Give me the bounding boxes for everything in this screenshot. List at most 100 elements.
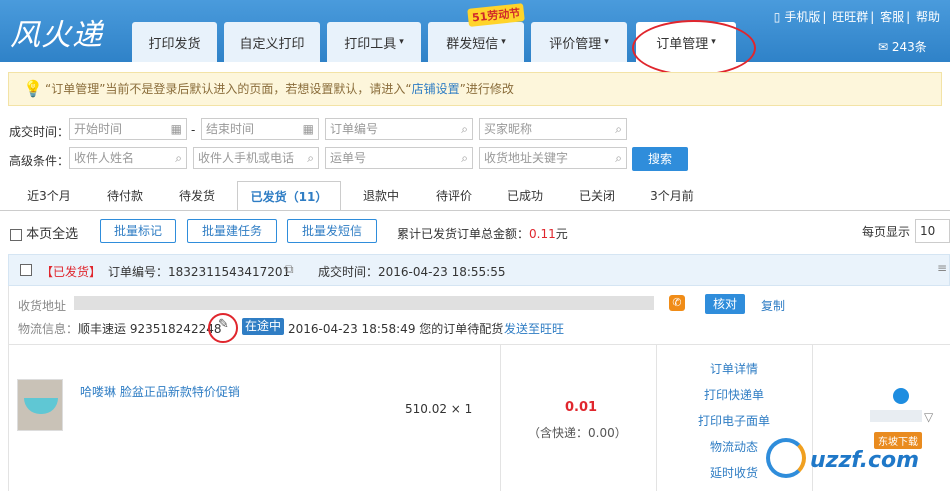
order-status-tag: 【已发货】 [41,265,102,279]
product-thumbnail[interactable] [17,379,63,431]
logistics-status-link[interactable]: 物流动态 [710,438,758,455]
search-icon: ⌕ [175,151,182,165]
notice-text-prefix: “订单管理”当前不是登录后默认进入的页面，若想设置默认，请进入“ [45,82,412,96]
waybill-placeholder: 运单号 [330,151,367,165]
menu-icon[interactable]: ≡ [937,261,947,275]
uzzf-logo-icon [766,438,806,478]
batch-sms-button[interactable]: 批量发短信 [287,219,377,243]
print-e-waybill-link[interactable]: 打印电子面单 [698,412,770,429]
lightbulb-icon: 💡 [23,79,43,98]
search-icon: ⌕ [307,151,314,165]
tab-pending-review[interactable]: 待评价 [419,181,489,211]
order-deal-time-label: 成交时间： [318,265,379,279]
nav-print-ship[interactable]: 打印发货 [132,22,217,62]
nav-group-sms[interactable]: 群发短信 ▾ [428,22,524,62]
advanced-label: 高级条件： [9,154,70,168]
address-keyword-placeholder: 收货地址关键字 [484,151,569,165]
nav-print-tools[interactable]: 打印工具 ▾ [327,22,421,62]
top-link-wangwang-group[interactable]: 旺旺群 [832,10,868,24]
qq-icon[interactable] [893,388,909,404]
order-number-value: 1832311543417201 [168,265,291,279]
tab-3-months-ago[interactable]: 3个月前 [637,181,707,211]
order-divider [8,344,950,345]
nav-print-tools-label: 打印工具 [344,36,397,52]
address-label: 收货地址 [18,299,67,313]
select-all[interactable]: 本页全选 [10,223,78,242]
chevron-down-icon: ▾ [604,37,609,47]
mail-count[interactable]: ✉ 243条 [878,38,927,55]
order-checkbox[interactable] [20,264,32,276]
phone-icon[interactable]: ✆ [669,295,685,311]
top-link-service[interactable]: 客服 [880,10,904,24]
address-blurred [74,296,654,310]
tab-refunding[interactable]: 退款中 [346,181,416,211]
tab-closed[interactable]: 已关闭 [562,181,632,211]
basin-image [24,398,58,414]
waybill-input[interactable]: 运单号 ⌕ [325,147,473,169]
buyer-nick-input[interactable]: 买家昵称 ⌕ [479,118,627,140]
end-time-input[interactable]: 结束时间 ▦ [201,118,319,140]
highlight-circle [632,20,756,76]
copy-icon[interactable]: ⧉ [285,262,294,277]
top-link-help[interactable]: 帮助 [916,10,940,24]
total-amount-unit: 元 [555,227,568,241]
batch-mark-button[interactable]: 批量标记 [100,219,176,243]
chevron-down-icon: ▾ [501,37,506,47]
date-dash: - [191,123,196,137]
copy-address-link[interactable]: 复制 [761,297,785,314]
tab-last-3-months[interactable]: 近3个月 [14,181,84,211]
receiver-name-placeholder: 收件人姓名 [74,151,135,165]
nav-review-mgmt[interactable]: 评价管理 ▾ [531,22,627,62]
tab-pending-payment[interactable]: 待付款 [90,181,160,211]
tab-success[interactable]: 已成功 [490,181,560,211]
blurred-text [870,410,922,422]
buyer-nick-placeholder: 买家昵称 [484,122,533,136]
per-page-label: 每页显示 [862,225,911,239]
select-all-checkbox[interactable] [10,228,22,241]
mail-icon: ✉ [878,40,889,54]
start-time-input[interactable]: 开始时间 ▦ [69,118,187,140]
tab-pending-shipment[interactable]: 待发货 [162,181,232,211]
transit-info: 2016-04-23 18:58:49 您的订单待配货 [288,322,504,336]
order-number: 订单编号：1832311543417201 [108,263,290,280]
nav-group-sms-label: 群发短信 [446,36,499,52]
total-amount-value: 0.11 [529,227,556,241]
search-button[interactable]: 搜索 [632,147,688,171]
order-no-placeholder: 订单编号 [330,122,379,136]
receiver-phone-input[interactable]: 收件人手机或电话 ⌕ [193,147,319,169]
order-deal-time: 成交时间：2016-04-23 18:55:55 [318,263,505,280]
per-page-select[interactable]: 10 [915,219,950,243]
logistics-line: 物流信息：顺丰速运 923518242248 [18,320,221,337]
price-quantity: 510.02 × 1 [405,402,473,416]
deal-time-label: 成交时间： [9,125,70,139]
nav-custom-print[interactable]: 自定义打印 [224,22,320,62]
verify-button[interactable]: 核对 [705,294,745,314]
phone-icon: ▯ [773,10,781,24]
carrier-name: 顺丰速运 [78,322,127,336]
select-all-label: 本页全选 [26,227,79,242]
nav-review-mgmt-label: 评价管理 [549,36,602,52]
search-icon: ⌕ [461,151,468,165]
extend-receipt-link[interactable]: 延时收货 [710,464,758,481]
tab-divider [0,210,950,211]
shop-settings-link[interactable]: 店铺设置 [412,82,460,96]
order-detail-link[interactable]: 订单详情 [710,360,758,377]
receiver-name-input[interactable]: 收件人姓名 ⌕ [69,147,187,169]
order-amount: 0.01 [565,400,598,415]
column-divider [500,345,501,491]
tab-shipped[interactable]: 已发货（11） [237,181,341,211]
order-no-input[interactable]: 订单编号 ⌕ [325,118,473,140]
column-divider [656,345,657,491]
start-time-placeholder: 开始时间 [74,122,123,136]
send-to-wangwang-link[interactable]: 发送至旺旺 [504,320,564,337]
address-keyword-input[interactable]: 收货地址关键字 ⌕ [479,147,627,169]
filter-icon[interactable]: ▽ [924,410,933,424]
shipping-fee: （含快递：0.00） [528,426,627,440]
batch-task-button[interactable]: 批量建任务 [187,219,277,243]
total-amount-label: 累计已发货订单总金额： [397,227,530,241]
print-express-link[interactable]: 打印快递单 [704,386,764,403]
receiver-phone-placeholder: 收件人手机或电话 [198,151,295,165]
top-link-mobile[interactable]: 手机版 [784,10,820,24]
product-title-link[interactable]: 哈喽琳 脸盆正品新款特价促销 [80,383,240,400]
search-icon: ⌕ [461,122,468,136]
